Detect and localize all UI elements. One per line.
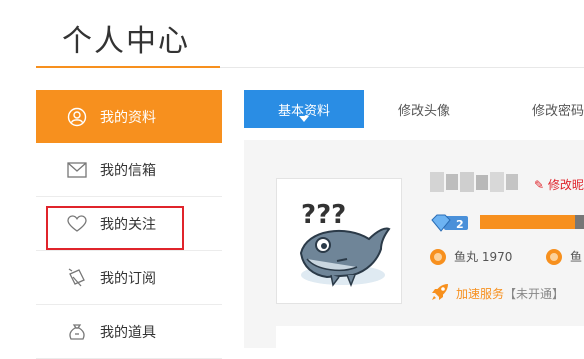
sidebar-item-mailbox[interactable]: 我的信箱	[36, 143, 222, 197]
edit-nickname-link[interactable]: ✎ 修改昵	[534, 176, 584, 193]
pencil-icon: ✎	[534, 178, 545, 192]
level-badge: 2	[430, 214, 470, 232]
tab-bar: 基本资料 修改头像 修改密码	[244, 90, 584, 128]
avatar[interactable]: ???	[276, 178, 402, 304]
speed-service-status: 【未开通】	[504, 287, 565, 301]
sidebar-item-profile[interactable]: 我的资料	[36, 90, 222, 143]
speed-service: 加速服务 【未开通】	[430, 282, 564, 305]
fish-fin-balance: 鱼	[546, 248, 582, 265]
rocket-icon	[430, 282, 450, 305]
sidebar-item-label: 我的信箱	[100, 162, 156, 179]
subscribe-icon	[66, 267, 88, 289]
tab-change-password[interactable]: 修改密码	[484, 90, 584, 128]
tab-change-avatar[interactable]: 修改头像	[364, 90, 484, 128]
fish-fin-icon	[546, 248, 562, 265]
level-number: 2	[456, 218, 464, 231]
user-icon	[66, 106, 88, 128]
sidebar-item-props[interactable]: 我的道具	[36, 305, 222, 359]
header-divider	[220, 67, 584, 68]
fish-ball-icon	[430, 248, 446, 265]
fish-ball-balance: 鱼丸 1970	[430, 248, 512, 265]
highlight-box	[46, 206, 184, 250]
speed-service-link[interactable]: 加速服务	[456, 285, 504, 302]
sidebar-item-label: 我的订阅	[100, 270, 156, 287]
experience-bar	[480, 215, 584, 229]
experience-bar-end	[575, 215, 584, 229]
fish-fin-value: 鱼	[570, 250, 583, 264]
sidebar-item-subscriptions[interactable]: 我的订阅	[36, 251, 222, 305]
tab-basic-info[interactable]: 基本资料	[244, 90, 364, 128]
fish-ball-value: 鱼丸 1970	[454, 250, 513, 264]
blurred-nickname	[430, 170, 520, 194]
mail-icon	[66, 159, 88, 181]
bag-icon	[66, 321, 88, 343]
panel-inner-card	[276, 326, 584, 348]
page-title: 个人中心	[62, 24, 190, 59]
sidebar-item-label: 我的资料	[100, 109, 156, 126]
sidebar-item-label: 我的道具	[100, 324, 156, 341]
title-underline	[36, 66, 220, 68]
shark-avatar-image: ???	[299, 200, 391, 288]
svg-text:???: ???	[301, 200, 346, 230]
